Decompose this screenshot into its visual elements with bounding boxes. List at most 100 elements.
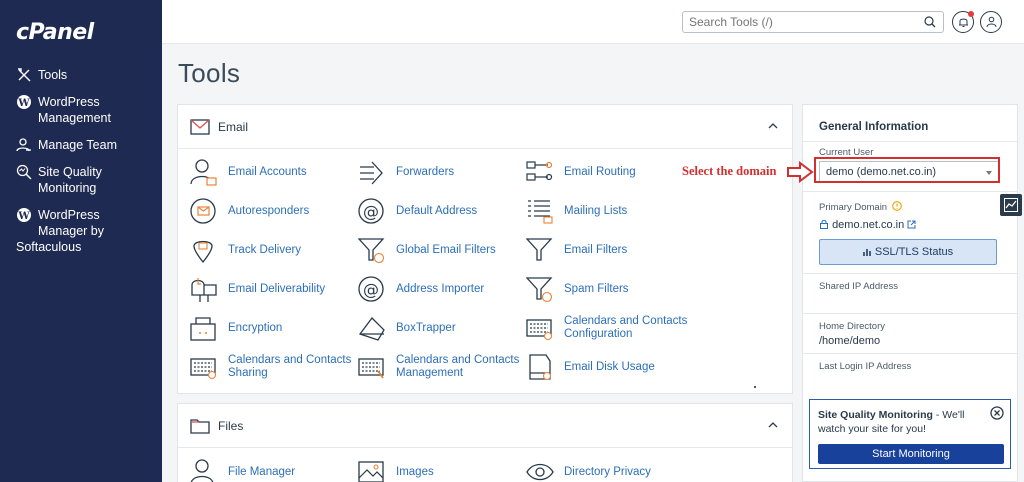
primary-domain-value: demo.net.co.in <box>832 219 905 231</box>
primary-domain-label: Primary Domain <box>819 202 888 213</box>
disk-usage-icon <box>529 354 552 381</box>
notification-dot <box>968 11 974 17</box>
boxtrapper-icon <box>358 317 385 341</box>
tools-icon <box>18 68 31 82</box>
tool-label: Directory Privacy <box>564 466 651 478</box>
statistics-toggle-button[interactable] <box>1000 194 1022 216</box>
svg-text:W: W <box>17 211 30 222</box>
filter-globe-icon <box>358 238 385 264</box>
primary-domain-link[interactable]: demo.net.co.in <box>819 219 916 231</box>
svg-text:W: W <box>17 98 30 109</box>
email-accounts-icon <box>190 159 217 186</box>
search-box[interactable] <box>682 11 944 33</box>
tool-label: Autoresponders <box>228 205 310 217</box>
svg-text:@: @ <box>363 280 379 299</box>
image-icon <box>358 461 384 482</box>
spam-filter-icon <box>526 277 553 303</box>
email-panel-header[interactable]: Email <box>178 105 792 149</box>
lock-box-icon <box>190 317 216 341</box>
bell-icon <box>959 18 968 27</box>
sidebar-item-label-line2: Manager by <box>38 224 105 238</box>
notifications-button[interactable] <box>952 11 974 33</box>
filter-icon <box>526 238 553 261</box>
autoresponders-icon <box>190 198 216 224</box>
tool-label: BoxTrapper <box>396 322 456 334</box>
chevron-up-icon[interactable] <box>768 121 778 131</box>
team-icon <box>16 138 31 152</box>
tool-label: Global Email Filters <box>396 244 496 256</box>
at-sign-icon: @ <box>358 198 384 224</box>
last-login-ip-label: Last Login IP Address <box>819 361 912 372</box>
tool-label: Encryption <box>228 322 283 334</box>
user-icon <box>986 16 997 28</box>
site-quality-monitoring-card: Site Quality Monitoring - We'll watch yo… <box>809 399 1011 469</box>
annotation-highlight-box <box>814 157 1000 183</box>
divider <box>803 141 1017 142</box>
ssl-tls-status-label: SSL/TLS Status <box>874 246 954 258</box>
sidebar-item-label-line3: Softaculous <box>16 240 82 254</box>
annotation-text: Select the domain <box>682 164 777 178</box>
envelope-icon <box>190 119 210 135</box>
home-directory-label: Home Directory <box>819 321 885 332</box>
forwarders-icon <box>360 161 383 185</box>
shared-ip-label: Shared IP Address <box>819 281 899 292</box>
chevron-up-icon[interactable] <box>768 420 778 430</box>
tool-label: Mailing Lists <box>564 205 628 217</box>
start-monitoring-button[interactable]: Start Monitoring <box>818 444 1004 464</box>
email-routing-icon <box>526 161 553 181</box>
tool-label: Email Filters <box>564 244 628 256</box>
tool-label: Calendars and Contacts Configuration <box>564 315 688 340</box>
ssl-tls-status-button[interactable]: SSL/TLS Status <box>819 239 997 265</box>
info-icon[interactable] <box>891 201 902 211</box>
svg-text:@: @ <box>363 202 379 221</box>
mailing-lists-icon <box>528 200 553 224</box>
location-pin-icon <box>193 240 213 264</box>
tool-label: Default Address <box>396 205 478 217</box>
topbar <box>162 0 1024 44</box>
files-panel-title: Files <box>218 419 244 433</box>
tool-label: Email Deliverability <box>228 283 326 295</box>
divider <box>803 353 1017 354</box>
general-information-title: General Information <box>819 121 929 133</box>
mailbox-icon <box>191 278 217 302</box>
files-panel-header[interactable]: Files <box>178 404 792 448</box>
search-icon[interactable] <box>923 15 937 29</box>
tool-label: Email Routing <box>564 166 636 178</box>
wordpress-icon: W <box>17 95 31 109</box>
user-menu-button[interactable] <box>980 11 1002 33</box>
line-chart-icon <box>1004 198 1018 212</box>
wordpress-icon: W <box>17 208 31 222</box>
divider <box>803 273 1017 274</box>
page-title: Tools <box>178 58 241 88</box>
magnifier-chart-icon <box>16 164 32 180</box>
external-link-icon <box>907 220 916 229</box>
tool-label: File Manager <box>228 466 296 478</box>
sidebar-item-label-line2: Monitoring <box>38 181 97 195</box>
annotation-arrow-icon <box>787 161 814 183</box>
tool-label: Email Accounts <box>228 166 307 178</box>
scroll-indicator <box>754 386 756 388</box>
calendar-keyboard-icon <box>358 358 384 379</box>
cpanel-logo[interactable]: cPanel <box>16 20 94 45</box>
sidebar: cPanel Tools W WordPress Management Manag… <box>0 0 162 482</box>
divider <box>803 313 1017 314</box>
tool-label: Calendars and Contacts Sharing <box>228 354 352 379</box>
tool-label: Email Disk Usage <box>564 361 655 373</box>
tool-label: Address Importer <box>396 283 485 295</box>
sidebar-item-label: Site Quality <box>38 165 102 179</box>
search-input[interactable] <box>689 14 919 30</box>
calendar-keyboard-icon <box>190 358 217 380</box>
at-sign-icon: @ <box>358 276 384 302</box>
close-icon[interactable] <box>990 406 1004 420</box>
tool-label: Spam Filters <box>564 283 629 295</box>
home-directory-value: /home/demo <box>819 335 881 347</box>
sidebar-item-label: WordPress <box>38 208 100 222</box>
bar-chart-icon <box>863 249 871 256</box>
sidebar-item-label: WordPress <box>38 95 100 109</box>
tool-label: Images <box>396 466 434 478</box>
divider <box>803 191 1017 192</box>
eye-icon <box>526 463 554 481</box>
tool-label: Calendars and Contacts Management <box>396 354 520 379</box>
lock-icon <box>820 220 828 229</box>
tool-label: Track Delivery <box>228 244 302 256</box>
